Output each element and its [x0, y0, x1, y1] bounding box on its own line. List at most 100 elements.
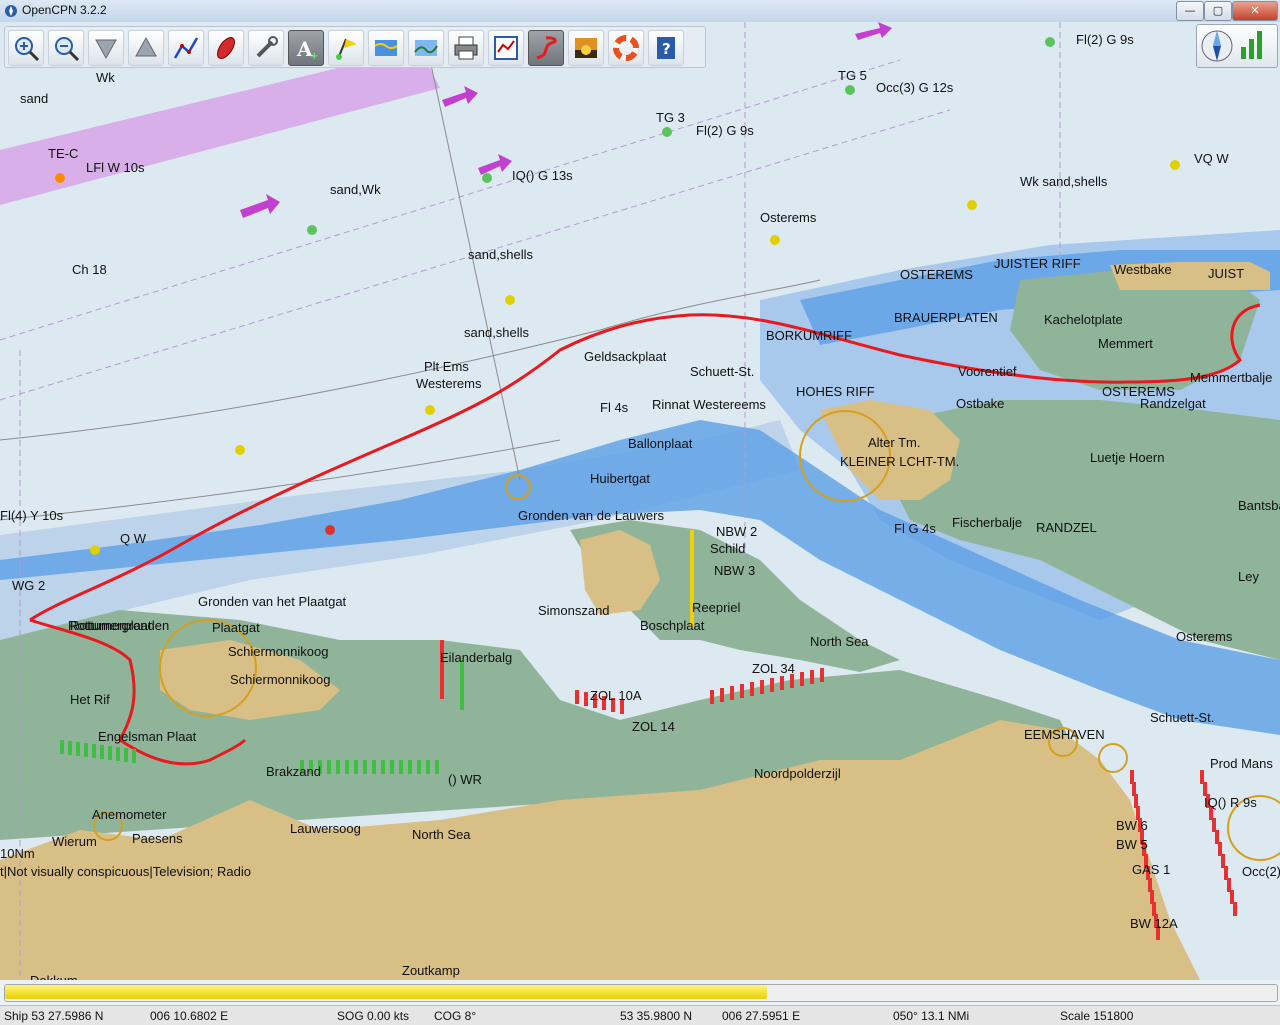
channel-marker: [1150, 890, 1154, 904]
chart-label: HOHES RIFF: [796, 384, 875, 399]
chart-label: Reepriel: [692, 600, 741, 615]
channel-marker: [690, 544, 694, 558]
channel-marker: [435, 760, 439, 774]
tide-icon: [414, 40, 438, 56]
chart-label: Kachelotplate: [1044, 312, 1123, 327]
chart-label: Wk: [96, 70, 115, 85]
chart-canvas[interactable]: sand Wk TE-C LFl W 10s IQ() G 13s sand,Wk sand…: [0, 22, 1280, 980]
chart-label: Engelsman Plaat: [98, 729, 197, 744]
chart-label: Schiermonnikoog: [230, 672, 330, 687]
chart-label: ZOL 10A: [590, 688, 642, 703]
text-button[interactable]: A +: [288, 30, 324, 66]
speed-over-ground: SOG 0.00 kts: [337, 1009, 410, 1023]
follow-button[interactable]: [208, 30, 244, 66]
channel-marker: [1212, 818, 1216, 832]
chart-label: LFl W 10s: [86, 160, 145, 175]
chart-label: Ley: [1238, 569, 1259, 584]
chart-label: 10Nm: [0, 846, 35, 861]
chart-label: Ch 18: [72, 262, 107, 277]
chart-label: BW 6: [1116, 818, 1148, 833]
chart-label: TE-C: [48, 146, 78, 161]
channel-marker: [92, 744, 96, 758]
chart-label: Noordpolderzijl: [754, 766, 841, 781]
chart-label: WG 2: [12, 578, 45, 593]
current-button[interactable]: [368, 30, 404, 66]
chart-label: RANDZEL: [1036, 520, 1097, 535]
channel-marker: [690, 586, 694, 600]
mob-button[interactable]: [608, 30, 644, 66]
channel-marker: [1134, 794, 1138, 808]
channel-marker: [381, 760, 385, 774]
zoom-out-button[interactable]: [48, 30, 84, 66]
chart-label: Fl(4) Y 10s: [0, 508, 64, 523]
ship-icon: [217, 37, 235, 59]
chart-label: Luetje Hoern: [1090, 450, 1164, 465]
chart-label: sand,Wk: [330, 182, 381, 197]
nautical-chart[interactable]: sand Wk TE-C LFl W 10s IQ() G 13s sand,Wk sand…: [0, 22, 1280, 980]
chart-label: OSTEREMS: [900, 267, 973, 282]
chart-label: BRAUERPLATEN: [894, 310, 998, 325]
compass-gps-widget[interactable]: [1196, 24, 1278, 68]
chart-label: Alter Tm.: [868, 435, 921, 450]
minimize-button[interactable]: —: [1176, 1, 1204, 21]
svg-text:+: +: [310, 51, 318, 62]
close-button[interactable]: ✕: [1232, 1, 1278, 21]
help-button[interactable]: ?: [648, 30, 684, 66]
chart-label: Memmertbalje: [1190, 370, 1272, 385]
chart-label: Memmert: [1098, 336, 1153, 351]
window-title: OpenCPN 3.2.2: [22, 3, 107, 17]
chart-label: Q W: [120, 531, 147, 546]
compass-icon: [1201, 30, 1262, 62]
chart-label: Zoutkamp: [402, 963, 460, 978]
route-manager-button[interactable]: [488, 30, 524, 66]
maximize-button[interactable]: ▢: [1204, 1, 1232, 21]
scale-in-icon: [95, 39, 117, 60]
mark-button[interactable]: [328, 30, 364, 66]
chart-label: BORKUMRIFF: [766, 328, 852, 343]
channel-marker: [460, 696, 464, 710]
channel-marker: [780, 676, 784, 690]
scale-in-button[interactable]: [88, 30, 124, 66]
chart-label: Rinnat Westereems: [652, 397, 766, 412]
channel-marker: [740, 684, 744, 698]
chart-label: Plt Ems: [424, 359, 469, 374]
chart-label: Occ(3) G 12s: [876, 80, 954, 95]
sunset-icon: [575, 38, 597, 58]
channel-marker: [132, 749, 136, 763]
channel-marker: [1230, 890, 1234, 904]
chart-label: IQ() G 13s: [512, 168, 573, 183]
color-scheme-button[interactable]: [568, 30, 604, 66]
chart-label: TG 5: [838, 68, 867, 83]
channel-marker: [100, 745, 104, 759]
route-button[interactable]: [168, 30, 204, 66]
channel-marker: [820, 668, 824, 682]
scale-out-button[interactable]: [128, 30, 164, 66]
chart-label: Lauwersoog: [290, 821, 361, 836]
channel-marker: [770, 678, 774, 692]
chart-label: IQ() R 9s: [1204, 795, 1257, 810]
chart-label: Osterems: [1176, 629, 1233, 644]
channel-marker: [372, 760, 376, 774]
zoom-in-button[interactable]: [8, 30, 44, 66]
channel-marker: [1148, 878, 1152, 892]
chart-label: Voorentief: [958, 364, 1017, 379]
chart-scale: Scale 151800: [1060, 1009, 1134, 1023]
channel-marker: [720, 688, 724, 702]
channel-marker: [1132, 782, 1136, 796]
chart-label: JUIST: [1208, 266, 1244, 281]
chart-label: Rottumergronden: [68, 618, 169, 633]
chart-label: North Sea: [810, 634, 869, 649]
channel-marker: [108, 746, 112, 760]
course-over-ground: COG 8°: [434, 1009, 477, 1023]
tide-button[interactable]: [408, 30, 444, 66]
chart-label: Geldsackplaat: [584, 349, 667, 364]
chart-label: Dokkum: [30, 973, 78, 980]
chart-label: Westbake: [1114, 262, 1172, 277]
print-button[interactable]: [448, 30, 484, 66]
chart-label: Eilanderbalg: [440, 650, 512, 665]
chart-label: sand,shells: [464, 325, 530, 340]
settings-button[interactable]: [248, 30, 284, 66]
track-button[interactable]: [528, 30, 564, 66]
chart-label: Brakzand: [266, 764, 321, 779]
chart-label: Schuett-St.: [690, 364, 754, 379]
